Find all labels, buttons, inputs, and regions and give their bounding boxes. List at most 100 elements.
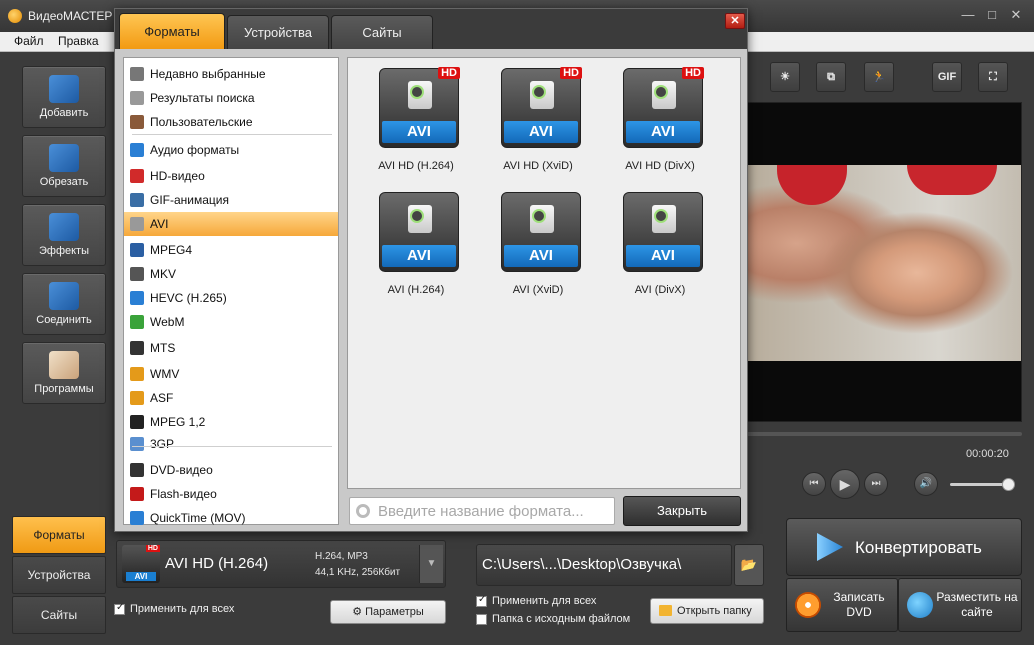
output-path-field[interactable]: C:\Users\...\Desktop\Озвучка\ — [476, 544, 732, 586]
category-item[interactable]: HEVC (H.265) — [124, 286, 338, 310]
category-item[interactable]: GIF-анимация — [124, 188, 338, 212]
join-button[interactable]: Соединить — [22, 273, 106, 335]
publish-label: Разместить на сайте — [936, 590, 1018, 619]
film-join-icon — [49, 282, 79, 310]
category-separator — [132, 134, 332, 135]
format-card[interactable]: AVI AVI (DivX) — [604, 186, 716, 304]
camcorder-icon — [408, 205, 432, 233]
hd-icon — [130, 169, 144, 183]
format-dropdown-button[interactable]: ▼ — [419, 545, 443, 583]
apply-all-format-checkbox[interactable] — [114, 602, 125, 615]
dialog-tab-devices[interactable]: Устройства — [227, 15, 329, 49]
format-label: AVI HD (DivX) — [625, 160, 695, 172]
format-label: AVI HD (H.264) — [378, 160, 454, 172]
format-badge-label: AVI — [626, 245, 700, 267]
category-label: HEVC (H.265) — [150, 291, 227, 305]
format-card[interactable]: AVI HD AVI HD (H.264) — [360, 62, 472, 180]
video-preview[interactable] — [746, 102, 1022, 422]
format-label: AVI HD (XviD) — [503, 160, 573, 172]
format-badge-label: AVI — [382, 121, 456, 143]
crop-tool[interactable]: ⧉ — [816, 62, 846, 92]
category-item[interactable]: WebM — [124, 310, 338, 334]
tab-devices[interactable]: Устройства — [12, 556, 106, 594]
hd-badge: HD — [145, 545, 160, 552]
tab-formats[interactable]: Форматы — [12, 516, 106, 554]
timeline-slider[interactable] — [746, 432, 1022, 436]
category-item[interactable]: Пользовательские — [124, 110, 338, 134]
maximize-button[interactable]: □ — [980, 6, 1004, 24]
output-format-selector[interactable]: HD AVI AVI HD (H.264) H.264, MP3 44,1 KH… — [116, 540, 446, 588]
prev-button[interactable]: ⏮ — [802, 472, 826, 496]
category-item[interactable]: Недавно выбранные — [124, 62, 338, 86]
play-button[interactable]: ▶ — [830, 469, 860, 499]
category-item[interactable]: ASF — [124, 386, 338, 410]
category-item[interactable]: MKV — [124, 262, 338, 286]
next-button[interactable]: ⏭ — [864, 472, 888, 496]
format-search[interactable] — [349, 497, 615, 525]
category-item[interactable]: HD-видео — [124, 164, 338, 188]
source-folder-checkbox[interactable] — [476, 614, 487, 625]
category-label: WebM — [150, 315, 185, 329]
brightness-tool[interactable]: ☀ — [770, 62, 800, 92]
category-item[interactable]: MPEG 1,2 — [124, 410, 338, 434]
category-item[interactable]: Flash-видео — [124, 482, 338, 506]
programs-button[interactable]: Программы — [22, 342, 106, 404]
publish-button[interactable]: Разместить на сайте — [898, 578, 1022, 632]
category-item[interactable]: WMV — [124, 362, 338, 386]
browse-folder-button[interactable]: 📂 — [734, 544, 764, 586]
format-card[interactable]: AVI HD AVI HD (XviD) — [482, 62, 594, 180]
globe-upload-icon — [907, 592, 933, 618]
category-label: Результаты поиска — [150, 91, 255, 105]
burn-dvd-button[interactable]: Записать DVD — [786, 578, 898, 632]
volume-button[interactable]: 🔊 — [914, 472, 938, 496]
fullscreen-icon: ⛶ — [989, 71, 997, 83]
trim-button[interactable]: Обрезать — [22, 135, 106, 197]
speed-tool[interactable]: 🏃 — [864, 62, 894, 92]
add-button[interactable]: Добавить — [22, 66, 106, 128]
dialog-close-icon[interactable]: ✕ — [725, 13, 745, 29]
category-item[interactable]: Аудио форматы — [124, 138, 338, 162]
gif-tool[interactable]: GIF — [932, 62, 962, 92]
category-item[interactable]: MTS — [124, 336, 338, 360]
dialog-close-button[interactable]: Закрыть — [623, 496, 741, 526]
volume-knob[interactable] — [1002, 478, 1015, 491]
dialog-tab-formats[interactable]: Форматы — [119, 13, 225, 49]
window-close-button[interactable]: ✕ — [1004, 6, 1028, 24]
menu-file[interactable]: Файл — [14, 34, 44, 48]
format-search-input[interactable] — [378, 501, 610, 521]
category-item[interactable]: Результаты поиска — [124, 86, 338, 110]
category-item[interactable]: MPEG4 — [124, 238, 338, 262]
category-item[interactable]: AVI — [124, 212, 338, 236]
effects-button[interactable]: Эффекты — [22, 204, 106, 266]
format-badge-label: AVI — [504, 121, 578, 143]
tab-sites[interactable]: Сайты — [12, 596, 106, 634]
mpeg12-icon — [130, 415, 144, 429]
hd-badge: HD — [682, 67, 704, 79]
format-card[interactable]: AVI AVI (XviD) — [482, 186, 594, 304]
category-item[interactable]: 3GP — [124, 432, 338, 456]
apply-all-path-checkbox[interactable] — [476, 594, 487, 607]
category-item[interactable]: DVD-видео — [124, 458, 338, 482]
category-label: WMV — [150, 367, 180, 381]
add-label: Добавить — [39, 107, 89, 119]
params-label: Параметры — [365, 606, 424, 618]
category-separator — [132, 446, 332, 447]
format-params: 44,1 KHz, 256Кбит — [315, 567, 401, 578]
category-item[interactable]: QuickTime (MOV) — [124, 506, 338, 530]
fullscreen-tool[interactable]: ⛶ — [978, 62, 1008, 92]
format-card[interactable]: AVI HD AVI HD (DivX) — [604, 62, 716, 180]
crop-icon: ⧉ — [827, 71, 835, 83]
convert-button[interactable]: Конвертировать — [786, 518, 1022, 576]
avi-format-icon: AVI HD — [501, 67, 582, 148]
open-folder-button[interactable]: Открыть папку — [650, 598, 764, 624]
menu-edit[interactable]: Правка — [58, 34, 99, 48]
speaker-icon: 🔊 — [919, 478, 933, 489]
params-button[interactable]: ⚙ Параметры — [330, 600, 446, 624]
minimize-button[interactable]: — — [956, 6, 980, 24]
apply-all-format-label: Применить для всех — [130, 603, 235, 615]
app-window: ВидеоМАСТЕР — □ ✕ Файл Правка Добавить О… — [0, 0, 1034, 645]
flash-icon — [130, 487, 144, 501]
format-card[interactable]: AVI AVI (H.264) — [360, 186, 472, 304]
category-label: MTS — [150, 341, 176, 355]
dialog-tab-sites[interactable]: Сайты — [331, 15, 433, 49]
